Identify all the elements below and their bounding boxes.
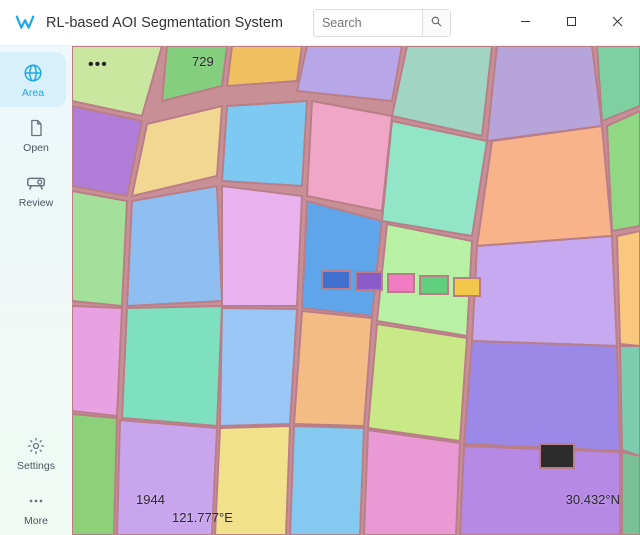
search-icon — [430, 15, 443, 31]
close-icon — [612, 14, 623, 32]
title-bar: RL-based AOI Segmentation System — [0, 0, 640, 46]
map-menu-button[interactable]: ••• — [88, 56, 108, 74]
app-title: RL-based AOI Segmentation System — [46, 15, 283, 31]
file-icon — [25, 117, 47, 139]
app-logo-icon — [14, 12, 36, 34]
globe-icon — [22, 62, 44, 84]
minimize-button[interactable] — [502, 0, 548, 45]
sidebar-item-label: Area — [22, 87, 44, 99]
segmentation-overlay — [72, 46, 640, 535]
maximize-icon — [566, 14, 577, 32]
search-input[interactable] — [314, 16, 422, 30]
sidebar-item-label: Open — [23, 142, 49, 154]
close-button[interactable] — [594, 0, 640, 45]
gear-icon — [25, 435, 47, 457]
map-canvas[interactable]: ••• 729 1944 121.777°E 30.432°N — [72, 46, 640, 535]
sidebar-item-area[interactable]: Area — [0, 52, 66, 107]
sidebar: Area Open Review Settings — [0, 46, 72, 535]
projector-icon — [25, 172, 47, 194]
dots-icon — [25, 490, 47, 512]
sidebar-item-settings[interactable]: Settings — [0, 425, 72, 480]
search-button[interactable] — [422, 10, 450, 36]
sidebar-item-label: Settings — [17, 460, 55, 472]
sidebar-item-open[interactable]: Open — [0, 107, 72, 162]
sidebar-item-label: More — [24, 515, 48, 527]
sidebar-item-review[interactable]: Review — [0, 162, 72, 217]
search-box[interactable] — [313, 9, 451, 37]
maximize-button[interactable] — [548, 0, 594, 45]
window-controls — [502, 0, 640, 45]
minimize-icon — [520, 14, 531, 32]
sidebar-item-label: Review — [19, 197, 53, 209]
sidebar-item-more[interactable]: More — [0, 480, 72, 535]
